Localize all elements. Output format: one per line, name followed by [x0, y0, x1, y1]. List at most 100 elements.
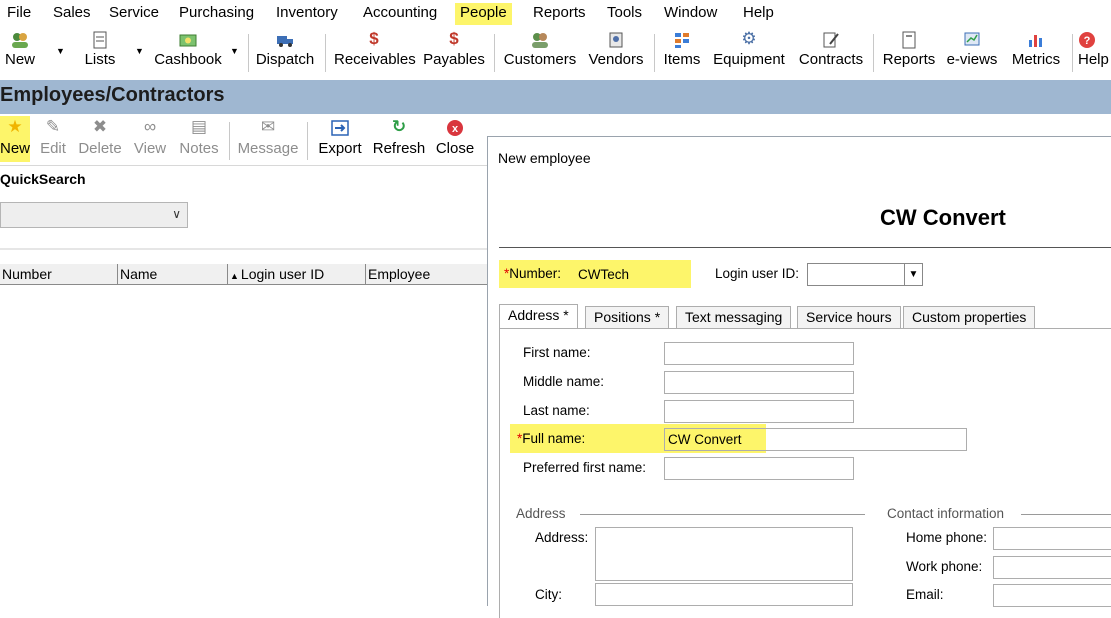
toolbar-customers-button[interactable]: Customers — [502, 28, 578, 74]
toolbar-eviews-button[interactable]: e-views — [944, 28, 1000, 74]
toolbar-new-button[interactable]: New — [0, 28, 40, 74]
menu-purchasing[interactable]: Purchasing — [174, 3, 259, 25]
contact-group-title: Contact information — [887, 506, 1005, 521]
toolbar-metrics-button[interactable]: Metrics — [1008, 28, 1064, 74]
menu-sales[interactable]: Sales — [48, 3, 96, 25]
list-export-button[interactable]: Export — [315, 116, 365, 162]
binoculars-icon: ∞ — [143, 117, 157, 136]
dialog-title: New employee — [498, 150, 591, 166]
eviews-icon — [944, 28, 1000, 50]
refresh-icon: ↻ — [391, 117, 407, 136]
menu-people[interactable]: People — [455, 3, 512, 25]
work-phone-input[interactable] — [993, 556, 1111, 579]
pencil-icon: ✎ — [45, 117, 61, 136]
address-label: Address: — [535, 530, 589, 545]
city-label: City: — [535, 587, 562, 602]
list-refresh-button[interactable]: ↻ Refresh — [372, 116, 426, 162]
chevron-down-icon: ∨ — [172, 207, 181, 221]
list-icon — [80, 28, 120, 50]
menu-window[interactable]: Window — [659, 3, 722, 25]
login-user-id-select[interactable]: ▼ — [807, 263, 923, 286]
column-header-login-user-id[interactable]: ▲ Login user ID — [228, 264, 366, 284]
toolbar-receivables-button[interactable]: $ Receivables — [334, 28, 416, 74]
tab-panel-border — [499, 328, 500, 618]
list-new-button[interactable]: ★ New — [0, 116, 30, 162]
employee-grid-header: Number Name ▲ Login user ID Employee — [0, 264, 490, 285]
email-input[interactable] — [993, 584, 1111, 607]
tab-address[interactable]: Address * — [499, 304, 578, 329]
quicksearch-select[interactable]: ∨ — [0, 202, 188, 228]
list-delete-button[interactable]: ✖ Delete — [78, 116, 122, 162]
toolbar-help-button[interactable]: ? Help — [1078, 28, 1111, 74]
dialog-tabs: Address * Positions * Text messaging Ser… — [499, 304, 1111, 329]
customers-icon — [502, 28, 578, 50]
middle-name-input[interactable] — [664, 371, 854, 394]
contract-pen-icon — [797, 28, 865, 50]
star-icon: ★ — [7, 117, 23, 136]
preferred-first-name-input[interactable] — [664, 457, 854, 480]
tab-positions[interactable]: Positions * — [585, 306, 670, 328]
cashbook-dropdown-icon[interactable]: ▼ — [230, 46, 239, 56]
column-header-label: Login user ID — [240, 266, 325, 282]
full-name-input[interactable] — [664, 428, 967, 451]
tab-text-messaging[interactable]: Text messaging — [676, 306, 792, 328]
page-title-bar: Employees/Contractors — [0, 80, 1111, 114]
menu-accounting[interactable]: Accounting — [358, 3, 442, 25]
number-input[interactable] — [575, 262, 691, 286]
menu-bar: File Sales Service Purchasing Inventory … — [0, 0, 1111, 26]
toolbar-vendors-button[interactable]: Vendors — [586, 28, 646, 74]
toolbar-reports-button[interactable]: Reports — [880, 28, 938, 74]
toolbar-payables-button[interactable]: $ Payables — [422, 28, 486, 74]
list-message-button[interactable]: ✉ Message — [237, 116, 299, 162]
toolbar-separator — [654, 34, 655, 72]
list-view-button[interactable]: ∞ View — [132, 116, 168, 162]
home-phone-input[interactable] — [993, 527, 1111, 550]
dialog-heading: CW Convert — [880, 205, 1006, 230]
toolbar-separator — [494, 34, 495, 72]
toolbar-items-button[interactable]: Items — [660, 28, 704, 74]
report-icon — [880, 28, 938, 50]
full-name-label: *Full name: — [517, 431, 585, 446]
toolbar-dispatch-button[interactable]: Dispatch — [254, 28, 316, 74]
menu-help[interactable]: Help — [738, 3, 779, 25]
preferred-first-name-label: Preferred first name: — [523, 460, 647, 475]
toolbar-contracts-button[interactable]: Contracts — [797, 28, 865, 74]
full-name-label-text: Full name: — [522, 431, 586, 446]
list-notes-button[interactable]: ▤ Notes — [177, 116, 221, 162]
quicksearch-label: QuickSearch — [0, 171, 86, 187]
tab-panel-border — [499, 328, 1111, 329]
address-textarea[interactable] — [595, 527, 853, 581]
work-phone-label: Work phone: — [906, 559, 983, 574]
toolbar-lists-button[interactable]: Lists — [80, 28, 120, 74]
first-name-input[interactable] — [664, 342, 854, 365]
menu-reports[interactable]: Reports — [528, 3, 591, 25]
new-employee-dialog: New employee CW Convert *Number: Login u… — [487, 136, 1111, 618]
dropdown-arrow-icon[interactable]: ▼ — [904, 264, 922, 285]
cashbook-icon — [152, 28, 224, 50]
lists-dropdown-icon[interactable]: ▼ — [135, 46, 144, 56]
last-name-label: Last name: — [523, 403, 590, 418]
city-input[interactable] — [595, 583, 853, 606]
menu-file[interactable]: File — [2, 3, 36, 25]
menu-service[interactable]: Service — [104, 3, 164, 25]
number-label: *Number: — [504, 266, 561, 281]
tab-custom-properties[interactable]: Custom properties — [903, 306, 1036, 328]
last-name-input[interactable] — [664, 400, 854, 423]
close-icon: x — [434, 116, 476, 138]
address-group-line — [580, 514, 865, 515]
first-name-label: First name: — [523, 345, 591, 360]
toolbar-equipment-button[interactable]: ⚙ Equipment — [711, 28, 787, 74]
column-header-employee[interactable]: Employee — [366, 264, 490, 284]
new-dropdown-icon[interactable]: ▼ — [56, 46, 65, 56]
toolbar-cashbook-button[interactable]: Cashbook — [152, 28, 224, 74]
contact-group-line — [1021, 514, 1111, 515]
list-edit-button[interactable]: ✎ Edit — [38, 116, 68, 162]
menu-inventory[interactable]: Inventory — [271, 3, 343, 25]
menu-tools[interactable]: Tools — [602, 3, 647, 25]
column-header-name[interactable]: Name — [118, 264, 228, 284]
login-user-id-label: Login user ID: — [715, 266, 800, 281]
list-close-button[interactable]: x Close — [434, 116, 476, 162]
column-header-number[interactable]: Number — [0, 264, 118, 284]
splitter[interactable] — [0, 248, 490, 250]
tab-service-hours[interactable]: Service hours — [797, 306, 901, 328]
